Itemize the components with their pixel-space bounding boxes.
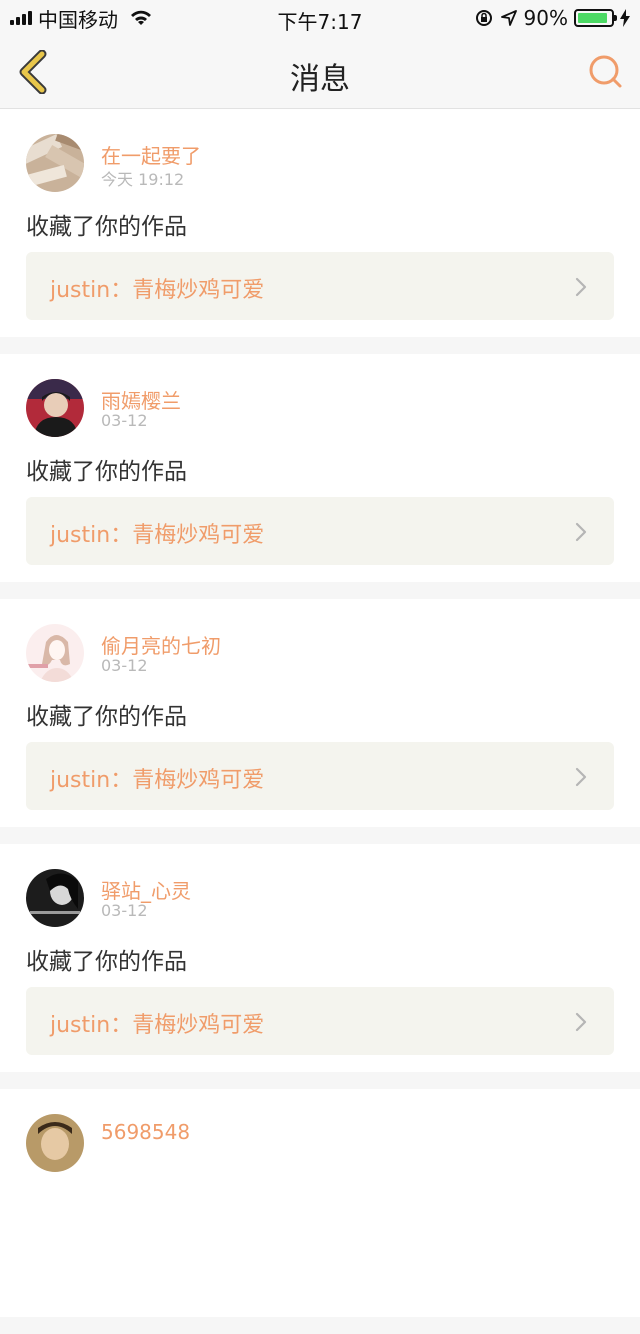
timestamp: 03-12 <box>101 656 148 675</box>
message-list[interactable]: 在一起要了 今天 19:12 收藏了你的作品 justin：青梅炒鸡可爱 雨嫣樱… <box>0 109 640 1334</box>
avatar[interactable] <box>26 379 84 437</box>
page-title: 消息 <box>290 62 350 97</box>
message-card: 驿站_心灵 03-12 收藏了你的作品 justin：青梅炒鸡可爱 <box>0 844 640 1072</box>
location-icon <box>500 10 517 26</box>
chevron-right-icon <box>575 1012 587 1032</box>
username[interactable]: 驿站_心灵 <box>101 875 191 904</box>
work-link[interactable]: justin：青梅炒鸡可爱 <box>26 252 614 320</box>
action-text: 收藏了你的作品 <box>26 214 187 240</box>
timestamp: 03-12 <box>101 411 148 430</box>
work-link[interactable]: justin：青梅炒鸡可爱 <box>26 742 614 810</box>
message-card: 雨嫣樱兰 03-12 收藏了你的作品 justin：青梅炒鸡可爱 <box>0 354 640 582</box>
work-link[interactable]: justin：青梅炒鸡可爱 <box>26 987 614 1055</box>
message-card: 在一起要了 今天 19:12 收藏了你的作品 justin：青梅炒鸡可爱 <box>0 109 640 337</box>
battery-icon <box>574 9 617 27</box>
nav-bar: 消息 <box>0 36 640 109</box>
search-icon <box>589 55 622 88</box>
avatar[interactable] <box>26 134 84 192</box>
username[interactable]: 雨嫣樱兰 <box>101 385 181 414</box>
work-title: justin：青梅炒鸡可爱 <box>50 768 265 793</box>
battery-fill <box>578 13 607 23</box>
timestamp: 03-12 <box>101 901 148 920</box>
status-bar-right: 90% <box>474 6 630 30</box>
work-title: justin：青梅炒鸡可爱 <box>50 523 265 548</box>
action-text: 收藏了你的作品 <box>26 949 187 975</box>
avatar[interactable] <box>26 1114 84 1172</box>
message-card: 偷月亮的七初 03-12 收藏了你的作品 justin：青梅炒鸡可爱 <box>0 599 640 827</box>
work-link[interactable]: justin：青梅炒鸡可爱 <box>26 497 614 565</box>
search-button[interactable] <box>586 52 626 92</box>
username[interactable]: 5698548 <box>101 1120 190 1144</box>
avatar[interactable] <box>26 869 84 927</box>
timestamp: 今天 19:12 <box>101 170 185 189</box>
chevron-right-icon <box>575 277 587 297</box>
action-text: 收藏了你的作品 <box>26 704 187 730</box>
message-card: 5698548 <box>0 1089 640 1317</box>
battery-percent: 90% <box>523 6 568 30</box>
username[interactable]: 在一起要了 <box>101 140 201 169</box>
username[interactable]: 偷月亮的七初 <box>101 630 221 659</box>
work-title: justin：青梅炒鸡可爱 <box>50 1013 265 1038</box>
chevron-right-icon <box>575 767 587 787</box>
chevron-right-icon <box>575 522 587 542</box>
status-bar: 中国移动 下午7:17 90% <box>0 0 640 36</box>
orientation-lock-icon <box>475 10 492 26</box>
action-text: 收藏了你的作品 <box>26 459 187 485</box>
work-title: justin：青梅炒鸡可爱 <box>50 278 265 303</box>
avatar[interactable] <box>26 624 84 682</box>
charging-icon <box>620 9 630 27</box>
